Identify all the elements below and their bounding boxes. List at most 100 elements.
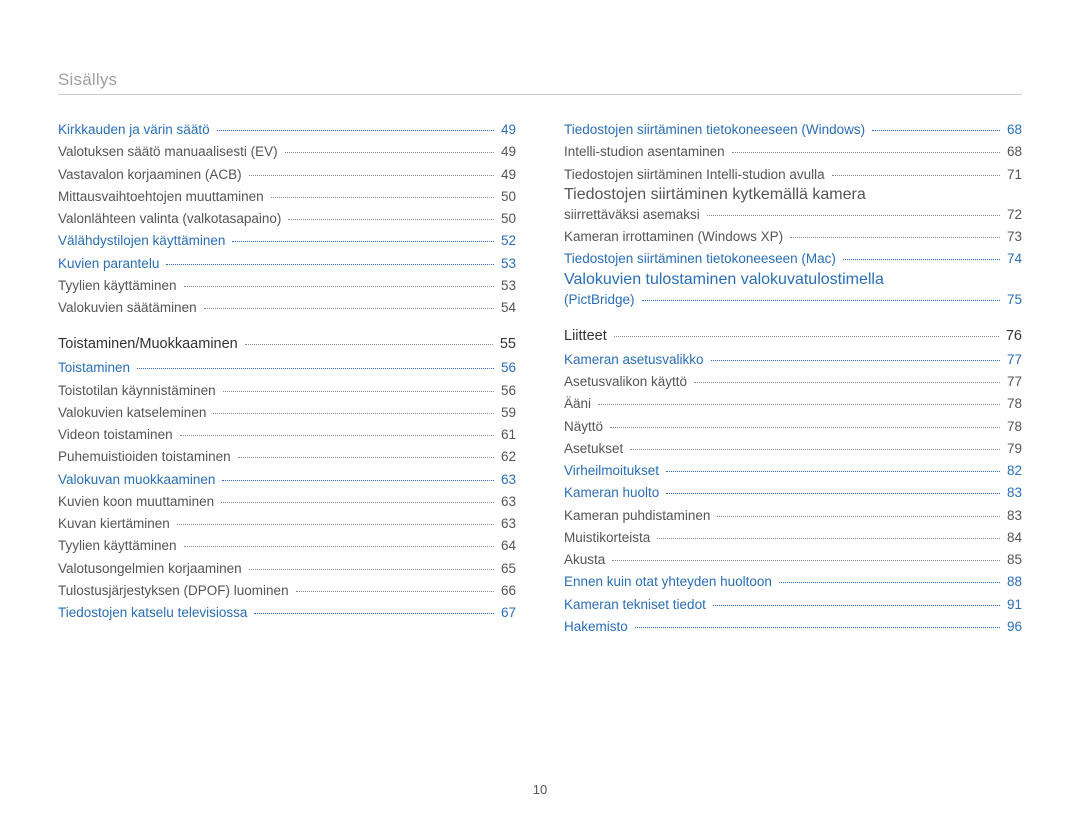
toc-entry[interactable]: Valotusongelmien korjaaminen65 — [58, 558, 516, 580]
toc-entry[interactable]: Kirkkauden ja värin säätö 49 — [58, 119, 516, 141]
toc-entry[interactable]: Tulostusjärjestyksen (DPOF) luominen66 — [58, 580, 516, 602]
toc-entry-label: Valonlähteen valinta (valkotasapaino) — [58, 208, 284, 230]
toc-dots — [657, 538, 1000, 539]
toc-dots — [288, 219, 494, 220]
toc-dots — [635, 627, 1000, 628]
toc-entry-label: Valokuvan muokkaaminen — [58, 469, 218, 491]
toc-entry-page: 78 — [1004, 393, 1022, 415]
toc-entry-label: Ääni — [564, 393, 594, 415]
toc-entry[interactable]: (PictBridge)75 — [564, 289, 1022, 311]
toc-entry-label: Valotuksen säätö manuaalisesti (EV) — [58, 141, 281, 163]
toc-dots — [249, 175, 494, 176]
toc-entry-page: 64 — [498, 535, 516, 557]
toc-entry-page: 63 — [498, 491, 516, 513]
toc-entry[interactable]: Tyylien käyttäminen64 — [58, 535, 516, 557]
toc-entry[interactable]: Ääni 78 — [564, 393, 1022, 415]
toc-entry[interactable]: Tiedostojen siirtäminen tietokoneeseen (… — [564, 119, 1022, 141]
toc-entry[interactable]: Asetusvalikon käyttö77 — [564, 371, 1022, 393]
toc-entry-label: Tiedostojen siirtäminen tietokoneeseen (… — [564, 119, 868, 141]
toc-dots — [713, 605, 1000, 606]
toc-entry[interactable]: Virheilmoitukset82 — [564, 460, 1022, 482]
toc-entry-label: Tulostusjärjestyksen (DPOF) luominen — [58, 580, 292, 602]
toc-dots — [790, 237, 1000, 238]
toc-entry[interactable]: Kuvien parantelu53 — [58, 253, 516, 275]
toc-entry-label: Tiedostojen siirtäminen tietokoneeseen (… — [564, 248, 839, 270]
toc-entry-page: 53 — [498, 253, 516, 275]
toc-entry-page: 63 — [498, 469, 516, 491]
toc-entry-page: 78 — [1004, 416, 1022, 438]
toc-entry[interactable]: Mittausvaihtoehtojen muuttaminen50 — [58, 186, 516, 208]
toc-dots — [238, 457, 494, 458]
toc-dots — [612, 560, 1000, 561]
toc-entry[interactable]: Muistikorteista84 — [564, 527, 1022, 549]
toc-entry[interactable]: Kuvan kiertäminen63 — [58, 513, 516, 535]
toc-dots — [707, 215, 1000, 216]
toc-entry[interactable]: Kameran huolto83 — [564, 482, 1022, 504]
toc-entry[interactable]: Kameran irrottaminen (Windows XP)73 — [564, 226, 1022, 248]
toc-entry[interactable]: Toistaminen56 — [58, 357, 516, 379]
toc-dots — [180, 435, 494, 436]
toc-entry[interactable]: Valokuvien katseleminen 59 — [58, 402, 516, 424]
toc-dots — [666, 471, 1000, 472]
toc-entry-label: Kameran huolto — [564, 482, 662, 504]
toc-entry-label: Kirkkauden ja värin säätö — [58, 119, 213, 141]
toc-entry[interactable]: Tiedostojen katselu televisiossa67 — [58, 602, 516, 624]
toc-entry[interactable]: Ennen kuin otat yhteyden huoltoon88 — [564, 571, 1022, 593]
toc-entry[interactable]: siirrettäväksi asemaksi72 — [564, 204, 1022, 226]
toc-entry[interactable]: Akusta85 — [564, 549, 1022, 571]
toc-entry-label: Asetusvalikon käyttö — [564, 371, 690, 393]
toc-entry[interactable]: Vastavalon korjaaminen (ACB)49 — [58, 164, 516, 186]
toc-entry[interactable]: Kameran asetusvalikko77 — [564, 349, 1022, 371]
toc-columns: Kirkkauden ja värin säätö49Valotuksen sä… — [58, 119, 1022, 638]
toc-entry[interactable]: Valokuvien säätäminen54 — [58, 297, 516, 319]
toc-entry[interactable]: Välähdystilojen käyttäminen52 — [58, 230, 516, 252]
page-title: Sisällys — [58, 70, 1022, 95]
toc-entry[interactable]: Tiedostojen siirtäminen Intelli-studion … — [564, 164, 1022, 186]
toc-entry[interactable]: Näyttö 78 — [564, 416, 1022, 438]
toc-dots — [223, 391, 494, 392]
toc-dots — [245, 344, 493, 345]
toc-entry-page: 76 — [1003, 325, 1022, 349]
toc-entry[interactable]: Kameran puhdistaminen83 — [564, 505, 1022, 527]
toc-dots — [166, 264, 494, 265]
toc-entry[interactable]: Liitteet76 — [564, 325, 1022, 349]
toc-entry[interactable]: Toistotilan käynnistäminen56 — [58, 380, 516, 402]
toc-entry[interactable]: Valotuksen säätö manuaalisesti (EV)49 — [58, 141, 516, 163]
toc-entry-page: 59 — [498, 402, 516, 424]
toc-entry-page: 55 — [497, 333, 516, 357]
toc-entry[interactable]: Tiedostojen siirtäminen tietokoneeseen (… — [564, 248, 1022, 270]
toc-dots — [222, 480, 494, 481]
toc-entry[interactable]: Valokuvan muokkaaminen 63 — [58, 469, 516, 491]
toc-dots — [732, 152, 1000, 153]
toc-entry-label: Asetukset — [564, 438, 626, 460]
toc-entry-label: Tiedostojen katselu televisiossa — [58, 602, 250, 624]
toc-entry-label: Näyttö — [564, 416, 606, 438]
toc-entry[interactable]: Hakemisto96 — [564, 616, 1022, 638]
toc-entry[interactable]: Kameran tekniset tiedot 91 — [564, 594, 1022, 616]
toc-entry-page: 91 — [1004, 594, 1022, 616]
toc-dots — [630, 449, 1000, 450]
toc-entry[interactable]: Tyylien käyttäminen53 — [58, 275, 516, 297]
toc-dots — [614, 336, 999, 337]
toc-entry[interactable]: Intelli-studion asentaminen68 — [564, 141, 1022, 163]
toc-entry[interactable]: Asetukset79 — [564, 438, 1022, 460]
toc-entry-label: Kuvan kiertäminen — [58, 513, 173, 535]
toc-entry-label: Videon toistaminen — [58, 424, 176, 446]
toc-entry[interactable]: Videon toistaminen61 — [58, 424, 516, 446]
toc-entry[interactable]: Kuvien koon muuttaminen63 — [58, 491, 516, 513]
toc-entry-label: Valotusongelmien korjaaminen — [58, 558, 245, 580]
toc-entry[interactable]: Valonlähteen valinta (valkotasapaino)50 — [58, 208, 516, 230]
toc-entry-page: 72 — [1004, 204, 1022, 226]
toc-entry-page: 68 — [1004, 141, 1022, 163]
toc-entry-page: 74 — [1004, 248, 1022, 270]
toc-entry-page: 49 — [498, 119, 516, 141]
toc-entry-label: Virheilmoitukset — [564, 460, 662, 482]
toc-entry[interactable]: Puhemuistioiden toistaminen62 — [58, 446, 516, 468]
toc-entry-label: Valokuvien katseleminen — [58, 402, 209, 424]
toc-entry[interactable]: Toistaminen/Muokkaaminen55 — [58, 333, 516, 357]
toc-dots — [221, 502, 494, 503]
toc-dots — [254, 613, 494, 614]
toc-entry-label: Kameran puhdistaminen — [564, 505, 713, 527]
toc-entry-line1: Valokuvien tulostaminen valokuvatulostim… — [564, 271, 884, 288]
toc-entry-label: Kameran tekniset tiedot — [564, 594, 709, 616]
